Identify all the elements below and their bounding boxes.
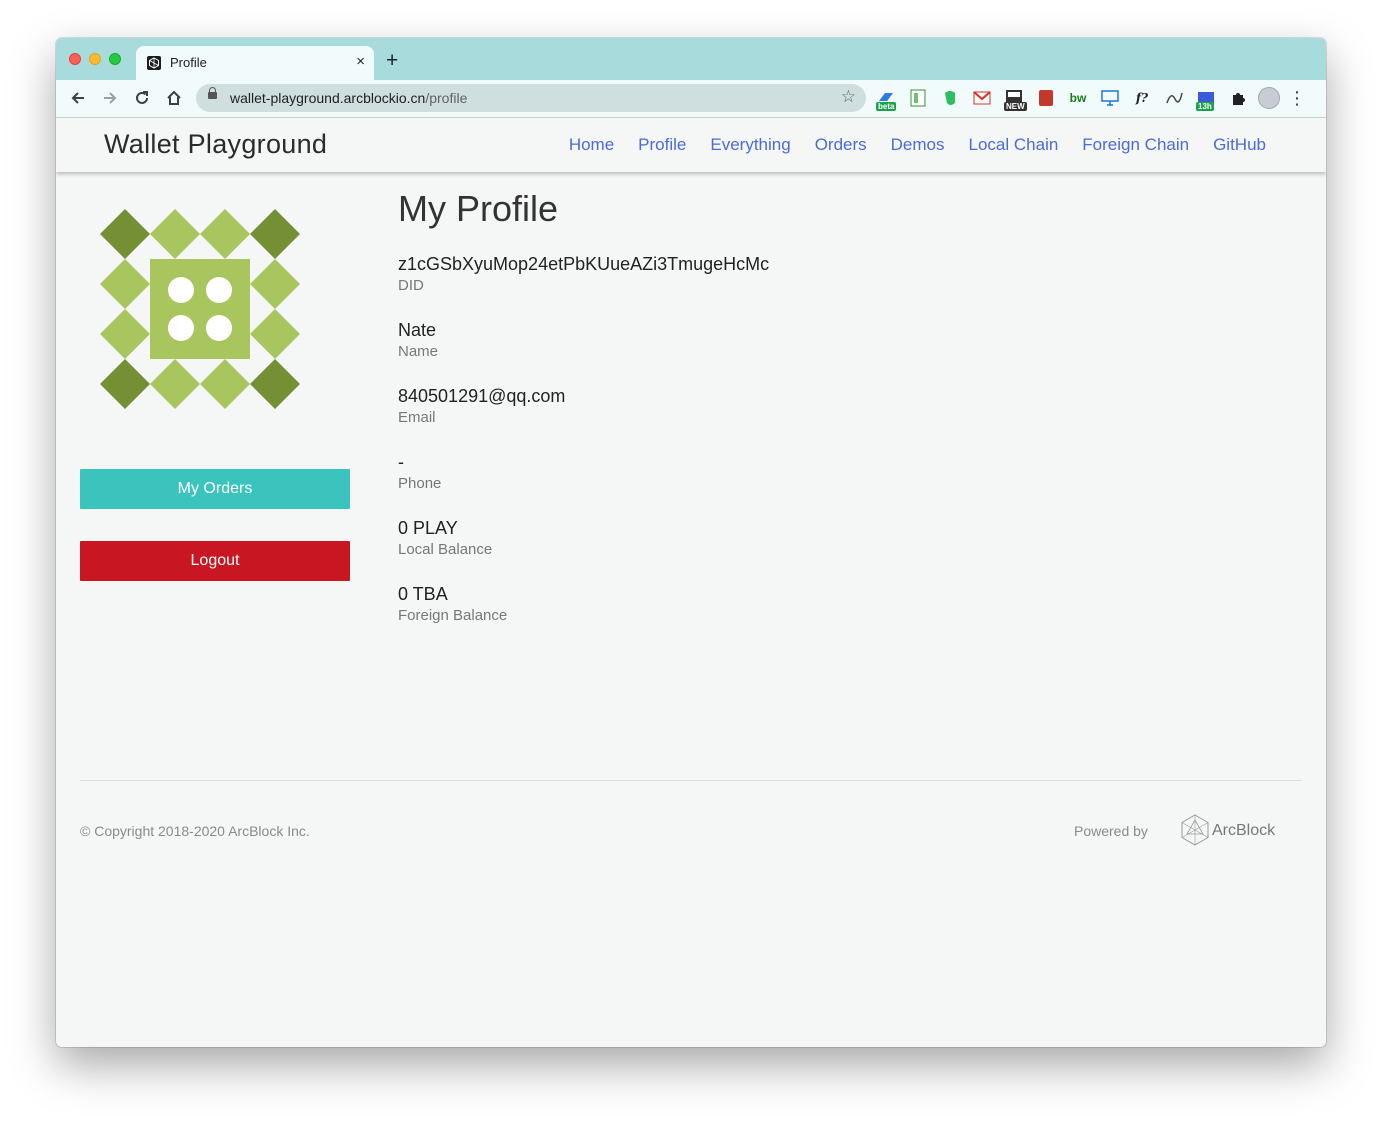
local-balance-label: Local Balance — [398, 541, 493, 558]
profile-avatar-icon[interactable] — [1258, 87, 1280, 109]
email-value: 840501291@qq.com — [398, 386, 566, 406]
close-window-button[interactable] — [69, 53, 81, 65]
time-badge: 13h — [1196, 102, 1214, 111]
minimize-window-button[interactable] — [89, 53, 101, 65]
reload-icon[interactable] — [131, 87, 153, 109]
phone-value: - — [398, 452, 404, 472]
tab-profile[interactable]: Profile × — [136, 46, 374, 80]
logout-button[interactable]: Logout — [80, 541, 350, 581]
phone-label: Phone — [398, 475, 442, 492]
foreign-balance-value: 0 TBA — [398, 584, 448, 604]
name-value: Nate — [398, 320, 437, 340]
browser-toolbar: wallet-playground.arcblockio.cn/profile … — [56, 80, 1326, 118]
sheet-extension-icon[interactable] — [906, 86, 930, 110]
url-host: wallet-playground.arcblockio.cn — [230, 90, 426, 106]
did-field: z1cGSbXyuMop24etPbKUueAZi3TmugeHcMc DID — [398, 252, 769, 296]
nav-everything[interactable]: Everything — [710, 135, 790, 155]
tab-strip: Profile × + — [56, 38, 1326, 80]
nav-demos[interactable]: Demos — [891, 135, 945, 155]
did-label: DID — [398, 277, 424, 294]
menu-kebab-icon[interactable]: ⋮ — [1288, 88, 1306, 109]
footer-copyright: © Copyright 2018-2020 ArcBlock Inc. — [80, 823, 310, 839]
main-nav: Home Profile Everything Orders Demos Loc… — [569, 135, 1266, 155]
local-balance-value: 0 PLAY — [398, 518, 458, 538]
beta-extension-icon[interactable]: beta — [874, 86, 898, 111]
nav-local-chain[interactable]: Local Chain — [969, 135, 1059, 155]
footer-divider — [80, 780, 1302, 781]
new-badge: NEW — [1004, 102, 1027, 111]
red-extension-icon[interactable] — [1034, 86, 1058, 110]
extensions-bar: beta NEW bw f? 13h ⋮ — [874, 86, 1306, 111]
back-icon[interactable] — [67, 87, 89, 109]
user-avatar-identicon — [100, 209, 300, 409]
lock-icon — [208, 87, 217, 99]
nav-profile[interactable]: Profile — [638, 135, 686, 155]
evernote-extension-icon[interactable] — [938, 86, 962, 110]
puzzle-extension-icon[interactable] — [1226, 86, 1250, 110]
nav-github[interactable]: GitHub — [1213, 135, 1266, 155]
maximize-window-button[interactable] — [109, 53, 121, 65]
new-tab-button[interactable]: + — [386, 50, 398, 72]
foreign-balance-label: Foreign Balance — [398, 607, 508, 624]
powered-by-label: Powered by — [1074, 823, 1148, 839]
nav-foreign-chain[interactable]: Foreign Chain — [1082, 135, 1189, 155]
bookmark-star-icon[interactable]: ☆ — [841, 87, 856, 107]
name-field: Nate Name — [398, 318, 769, 362]
email-label: Email — [398, 409, 436, 426]
browser-window: Profile × + wallet-playground.arcblockio… — [56, 38, 1326, 1047]
brand-title[interactable]: Wallet Playground — [104, 129, 327, 160]
nav-home[interactable]: Home — [569, 135, 614, 155]
did-value: z1cGSbXyuMop24etPbKUueAZi3TmugeHcMc — [398, 254, 770, 274]
tab-title: Profile — [170, 55, 207, 70]
phone-field: - Phone — [398, 450, 769, 494]
arcblock-favicon-icon — [147, 56, 161, 70]
news-extension-icon[interactable]: NEW — [1002, 86, 1027, 111]
name-label: Name — [398, 343, 439, 360]
page-title: My Profile — [398, 188, 559, 229]
window-controls — [69, 53, 121, 65]
local-balance-field: 0 PLAY Local Balance — [398, 516, 769, 560]
foreign-balance-field: 0 TBA Foreign Balance — [398, 582, 769, 626]
translate-extension-icon[interactable] — [1162, 86, 1186, 110]
profile-panel: My Profile z1cGSbXyuMop24etPbKUueAZi3Tmu… — [398, 188, 769, 648]
gmail-extension-icon[interactable] — [970, 86, 994, 110]
close-tab-icon[interactable]: × — [356, 53, 365, 71]
arcblock-logo-icon[interactable] — [1180, 814, 1210, 846]
bw-extension-icon[interactable]: bw — [1066, 86, 1090, 110]
calendar-extension-icon[interactable]: 13h — [1194, 86, 1218, 111]
app-header: Wallet Playground Home Profile Everythin… — [56, 118, 1326, 172]
address-bar[interactable]: wallet-playground.arcblockio.cn/profile … — [196, 84, 866, 112]
url-text[interactable]: wallet-playground.arcblockio.cn/profile — [230, 90, 467, 106]
nav-orders[interactable]: Orders — [815, 135, 867, 155]
my-orders-button[interactable]: My Orders — [80, 469, 350, 509]
forward-icon[interactable] — [99, 87, 121, 109]
home-icon[interactable] — [163, 87, 185, 109]
url-path: /profile — [425, 90, 468, 106]
fx-extension-icon[interactable]: f? — [1130, 86, 1154, 110]
screen-extension-icon[interactable] — [1098, 86, 1122, 110]
arcblock-brand-text[interactable]: ArcBlock — [1212, 822, 1275, 840]
beta-badge: beta — [876, 102, 897, 111]
email-field: 840501291@qq.com Email — [398, 384, 769, 428]
